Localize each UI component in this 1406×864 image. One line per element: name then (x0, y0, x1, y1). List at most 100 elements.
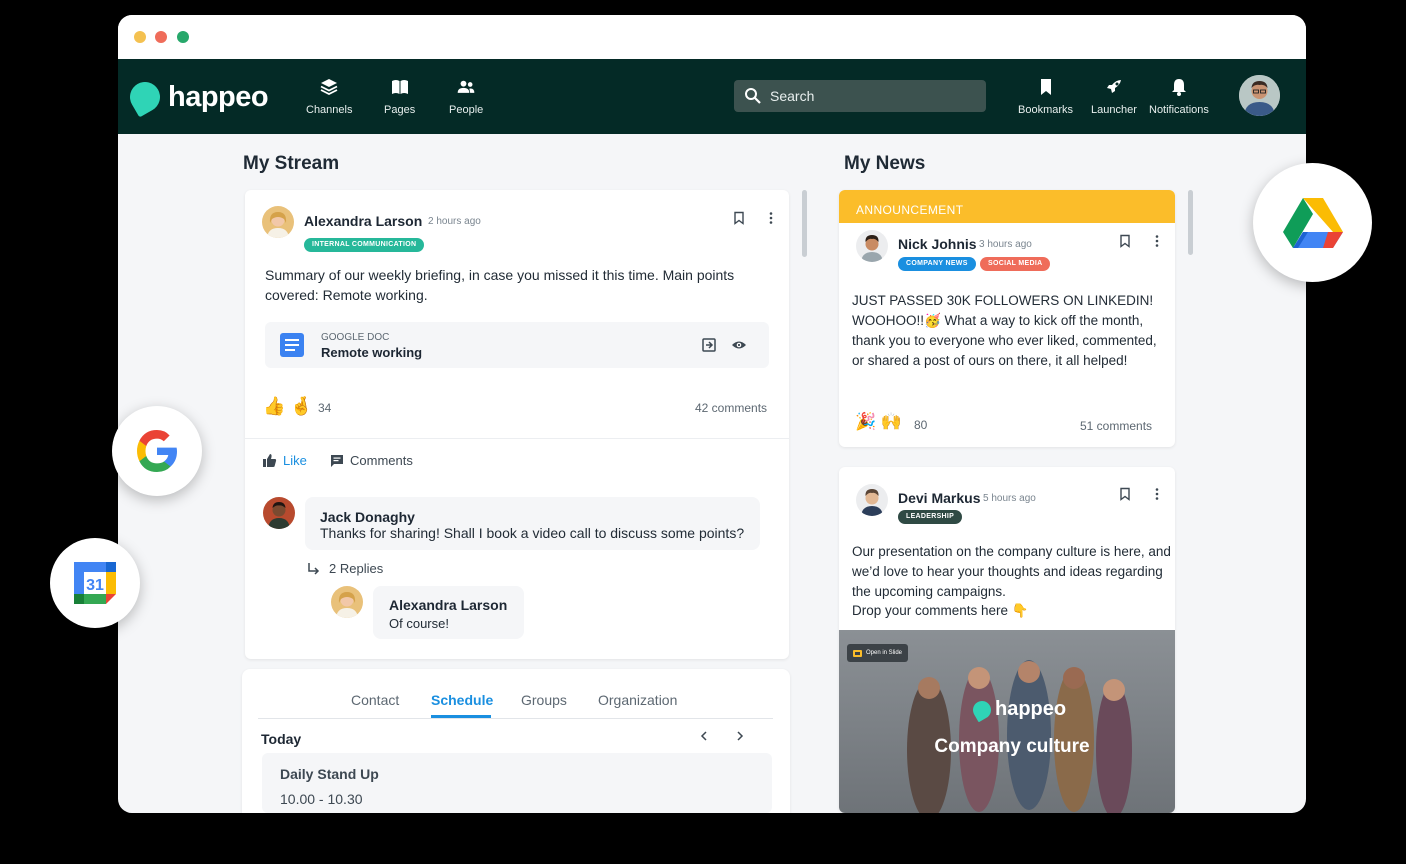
top-navigation: happeo Channels Pages People Bookmarks L… (118, 59, 1306, 134)
google-drive-icon (1283, 198, 1343, 248)
reply-avatar-icon (331, 586, 363, 618)
open-in-slide-button[interactable]: Open in Slide (847, 644, 909, 662)
maximize-dot[interactable] (177, 31, 189, 43)
like-label: Like (283, 453, 307, 468)
reply-avatar[interactable] (331, 586, 363, 618)
happeo-logo[interactable]: happeo (124, 76, 269, 118)
post-author-name[interactable]: Alexandra Larson (304, 213, 422, 229)
comment-text: Thanks for sharing! Shall I book a video… (320, 525, 745, 541)
bookmark-icon[interactable] (732, 211, 746, 225)
stream-scrollbar[interactable] (802, 190, 807, 257)
bookmark-icon[interactable] (1118, 487, 1132, 501)
nav-channels-label: Channels (306, 104, 353, 116)
event-time: 10.00 - 10.30 (280, 791, 363, 807)
author-avatar[interactable] (262, 206, 294, 238)
announcement-card: ANNOUNCEMENT Nick Johnis 3 hours ago COM… (839, 190, 1175, 447)
more-options-icon[interactable] (764, 211, 778, 225)
rocket-icon (1106, 80, 1121, 93)
tab-schedule[interactable]: Schedule (431, 692, 493, 708)
comments-button[interactable]: Comments (330, 453, 413, 468)
comment-author[interactable]: Jack Donaghy (320, 509, 415, 525)
search-box[interactable] (734, 80, 986, 112)
replies-label: 2 Replies (329, 561, 384, 576)
divider (245, 438, 789, 439)
chevron-left-icon[interactable] (698, 730, 710, 742)
user-avatar-icon (1239, 75, 1280, 116)
bell-icon (1171, 79, 1186, 96)
news-author-avatar[interactable] (856, 230, 888, 262)
tab-organization[interactable]: Organization (598, 692, 677, 708)
announcement-banner: ANNOUNCEMENT (839, 190, 1175, 223)
minimize-dot[interactable] (134, 31, 146, 43)
author-avatar-icon (262, 206, 294, 238)
close-dot[interactable] (155, 31, 167, 43)
news-author-name[interactable]: Nick Johnis (898, 236, 977, 252)
my-news-title: My News (844, 153, 926, 174)
app-window: happeo Channels Pages People Bookmarks L… (118, 15, 1306, 813)
chevron-right-icon[interactable] (734, 730, 746, 742)
reply-author[interactable]: Alexandra Larson (389, 597, 507, 613)
tab-contact[interactable]: Contact (351, 692, 399, 708)
reply-bubble: Alexandra Larson Of course! (373, 586, 524, 639)
nav-launcher[interactable]: Launcher (1091, 77, 1137, 116)
tab-groups[interactable]: Groups (521, 692, 567, 708)
google-calendar-badge[interactable]: 31 (50, 538, 140, 628)
title-bar (118, 15, 1306, 59)
nav-pages-label: Pages (384, 104, 416, 116)
reply-text: Of course! (389, 616, 449, 631)
schedule-event[interactable]: Daily Stand Up 10.00 - 10.30 (262, 753, 772, 813)
google-drive-badge[interactable] (1253, 163, 1372, 282)
comments-count[interactable]: 42 comments (695, 401, 767, 415)
bookmark-icon[interactable] (1118, 234, 1132, 248)
nav-people-label: People (449, 104, 484, 116)
reaction-emojis[interactable]: 👍 🤞 (263, 396, 313, 417)
reaction-count: 34 (318, 401, 332, 415)
schedule-day: Today (261, 731, 302, 747)
nav-pages[interactable]: Pages (384, 77, 415, 116)
attachment-type: GOOGLE DOC (321, 332, 390, 343)
like-button[interactable]: Like (262, 453, 307, 468)
nav-notifications[interactable]: Notifications (1149, 77, 1209, 116)
logo-text: happeo (168, 80, 269, 113)
commenter-avatar-icon (263, 497, 295, 529)
google-calendar-icon: 31 (74, 562, 116, 604)
attachment-card[interactable]: GOOGLE DOC Remote working (265, 322, 769, 368)
user-avatar[interactable] (1239, 75, 1280, 116)
nav-bookmarks-label: Bookmarks (1018, 104, 1074, 116)
post-body: Summary of our weekly briefing, in case … (265, 267, 735, 303)
post2-body: Our presentation on the company culture … (852, 544, 1171, 599)
post2-author-avatar[interactable] (856, 484, 888, 516)
attachment-title: Remote working (321, 345, 423, 360)
preview-eye-icon[interactable] (731, 337, 747, 353)
more-options-icon[interactable] (1150, 234, 1164, 248)
post-time: 2 hours ago (428, 216, 481, 227)
happeo-logo-icon (124, 76, 166, 118)
thumbs-up-icon (263, 454, 277, 467)
more-options-icon[interactable] (1150, 487, 1164, 501)
open-external-icon[interactable] (701, 337, 717, 353)
reply-arrow-icon (308, 562, 320, 575)
google-icon (137, 430, 177, 472)
post2-author-name[interactable]: Devi Markus (898, 490, 980, 506)
presentation-media[interactable]: Open in Slide happeo Company culture (839, 630, 1175, 813)
nav-bookmarks[interactable]: Bookmarks (1018, 77, 1073, 116)
comment-bubble: Jack Donaghy Thanks for sharing! Shall I… (305, 497, 760, 550)
social-media-tag[interactable]: SOCIAL MEDIA (980, 257, 1051, 271)
news-scrollbar[interactable] (1188, 190, 1193, 255)
nav-people[interactable]: People (449, 77, 483, 116)
tab-divider (258, 718, 773, 719)
book-icon (391, 80, 408, 94)
news-comments-count[interactable]: 51 comments (1080, 419, 1152, 433)
media-happeo-logo: happeo (969, 697, 1066, 722)
search-input[interactable] (770, 86, 970, 106)
post-tag[interactable]: INTERNAL COMMUNICATION (304, 238, 425, 252)
google-badge[interactable] (112, 406, 202, 496)
leadership-tag[interactable]: LEADERSHIP (898, 510, 963, 524)
post2-time: 5 hours ago (983, 493, 1036, 504)
post2-body-cta: Drop your comments here 👇 (852, 603, 1029, 618)
nav-channels[interactable]: Channels (306, 77, 352, 116)
replies-toggle[interactable]: 2 Replies (307, 561, 383, 576)
news-reaction-emojis[interactable]: 🎉 🙌 (855, 412, 902, 432)
company-news-tag[interactable]: COMPANY NEWS (898, 257, 976, 271)
commenter-avatar[interactable] (263, 497, 295, 529)
